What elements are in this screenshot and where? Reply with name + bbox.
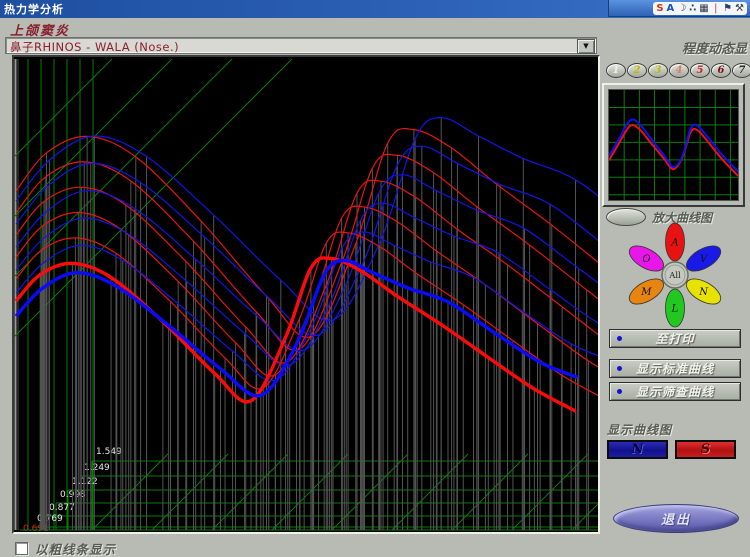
show-standard-curve-button[interactable]: 显示标准曲线 [609, 359, 741, 378]
flower-petal-label-L: L [671, 304, 679, 315]
level-button-1[interactable]: 1 [606, 63, 626, 78]
bullet-icon [617, 336, 622, 341]
ime-punctuation-icon[interactable]: ∴ [689, 3, 696, 14]
ime-skin-icon[interactable]: ⚑ [723, 3, 732, 14]
flower-petal-label-A: A [670, 238, 678, 249]
main-chart: 1.5491.2491.1220.9980.8770.7690.691 [12, 55, 600, 534]
level-button-7[interactable]: 7 [732, 63, 750, 78]
preview-chart[interactable] [602, 83, 745, 207]
preview-chart-area [608, 89, 739, 201]
panel-watermark: 程度动态显 [682, 38, 747, 57]
y-axis-label: 0.877 [49, 503, 75, 513]
level-button-6[interactable]: 6 [711, 63, 731, 78]
show-screening-curve-button[interactable]: 显示筛查曲线 [609, 382, 741, 401]
bullet-icon [617, 389, 622, 394]
ime-softkeyboard-icon[interactable]: ▦ [699, 3, 708, 14]
flower-petal-label-M: M [640, 287, 652, 298]
curve-toggle-label: 显示曲线图 [607, 421, 672, 438]
level-button-row: 1234567 [606, 63, 750, 78]
region-flower-selector[interactable]: AVNLMOAll [604, 222, 746, 328]
thick-line-checkbox[interactable] [15, 542, 28, 555]
ime-toolbar[interactable]: SA☽∴▦ ❘⚑⚒ [608, 0, 750, 17]
main-chart-canvas: 1.5491.2491.1220.9980.8770.7690.691 [14, 57, 598, 532]
ime-halfwidth-icon[interactable]: ☽ [677, 3, 686, 14]
ime-bar-icon[interactable]: ❘ [712, 3, 720, 14]
level-button-3[interactable]: 3 [648, 63, 668, 78]
print-button[interactable]: 至打印 [609, 329, 741, 348]
ime-icon-strip: SA☽∴▦ ❘⚑⚒ [653, 2, 747, 15]
ime-language-icon[interactable]: A [667, 3, 675, 14]
thick-line-checkbox-row: 以粗线条显示 [15, 539, 116, 557]
thick-red-curve [16, 258, 576, 411]
app-window: 热力学分析 SA☽∴▦❘⚑⚒ 上颌窦炎 鼻子RHINOS - WALA (Nos… [0, 0, 750, 557]
level-button-5[interactable]: 5 [690, 63, 710, 78]
thick-line-checkbox-label: 以粗线条显示 [35, 539, 116, 557]
ime-tools-icon[interactable]: ⚒ [735, 3, 744, 14]
level-button-4[interactable]: 4 [669, 63, 689, 78]
level-button-2[interactable]: 2 [627, 63, 647, 78]
bullet-icon [617, 366, 622, 371]
flower-petal-label-O: O [642, 254, 650, 265]
y-axis-label: 0.998 [60, 490, 86, 500]
ime-input-method-icon[interactable]: S [656, 3, 663, 14]
chevron-down-icon[interactable]: ▼ [577, 39, 595, 54]
region-select[interactable]: 鼻子RHINOS - WALA (Nose.) ▼ [5, 37, 597, 54]
flower-petal-label-N: N [698, 287, 709, 298]
flower-center-label: All [668, 271, 681, 281]
window-title: 热力学分析 [0, 1, 64, 17]
toggle-s-button[interactable]: S [675, 440, 736, 459]
region-select-value: 鼻子RHINOS - WALA (Nose.) [10, 39, 179, 55]
exit-button[interactable]: 退出 [613, 504, 739, 533]
y-axis-label: 1.249 [84, 463, 110, 473]
y-axis-label: 1.549 [96, 447, 122, 457]
toggle-n-button[interactable]: N [607, 440, 668, 459]
